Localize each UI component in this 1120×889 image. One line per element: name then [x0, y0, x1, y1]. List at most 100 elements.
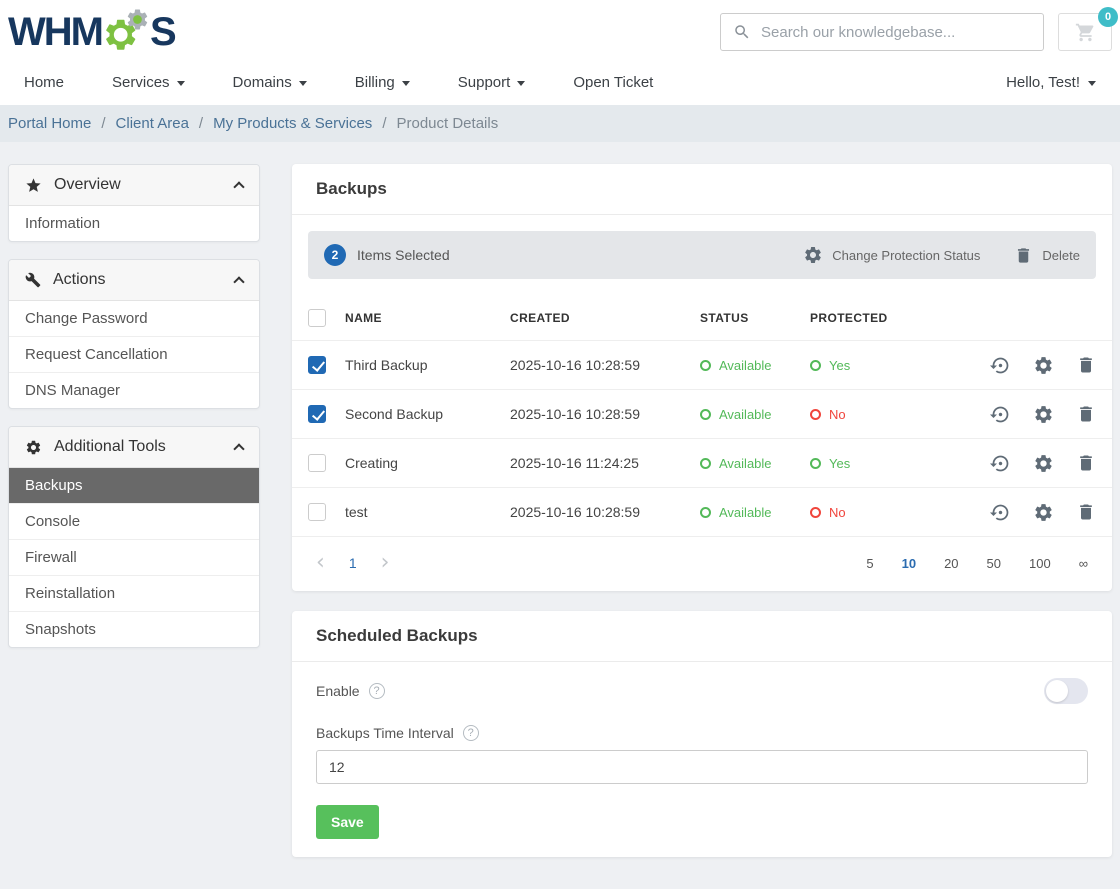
help-icon[interactable]: ? [369, 683, 385, 699]
sidebar-item-information[interactable]: Information [9, 206, 259, 241]
protected-cell: Yes [810, 456, 990, 471]
backup-name: Second Backup [345, 406, 510, 422]
page-size[interactable]: 5 [866, 556, 873, 571]
sidebar-panel-overview-header[interactable]: Overview [9, 165, 259, 206]
column-header-name: NAME [345, 311, 510, 325]
restore-icon[interactable] [990, 453, 1011, 474]
protected-text: No [829, 407, 846, 422]
top-header: WHM S 0 [0, 0, 1120, 60]
row-checkbox[interactable] [308, 454, 326, 472]
trash-icon[interactable] [1076, 453, 1096, 473]
sidebar-item-request-cancellation[interactable]: Request Cancellation [9, 337, 259, 373]
protected-ring-icon [810, 458, 821, 469]
sidebar: Overview Information Actions Change Pass… [8, 164, 260, 665]
page-size[interactable]: 20 [944, 556, 958, 571]
chevron-down-icon [517, 81, 525, 86]
select-all-checkbox[interactable] [308, 309, 326, 327]
table-row: Creating 2025-10-16 11:24:25 Available Y… [292, 439, 1112, 488]
settings-icon[interactable] [1033, 355, 1054, 376]
page-size[interactable]: 50 [987, 556, 1001, 571]
sidebar-item-change-password[interactable]: Change Password [9, 301, 259, 337]
settings-icon[interactable] [1033, 404, 1054, 425]
status-text: Available [719, 358, 772, 373]
backups-panel: Backups 2 Items Selected Change Protecti… [292, 164, 1112, 591]
help-icon[interactable]: ? [463, 725, 479, 741]
breadcrumb-products-services[interactable]: My Products & Services [213, 115, 372, 132]
trash-icon[interactable] [1076, 355, 1096, 375]
protected-cell: No [810, 407, 990, 422]
row-checkbox[interactable] [308, 503, 326, 521]
toggle-knob [1046, 680, 1068, 702]
sidebar-item-console[interactable]: Console [9, 504, 259, 540]
nav-item-billing[interactable]: Billing [355, 74, 410, 91]
whmcs-logo[interactable]: WHM S [8, 9, 175, 55]
row-checkbox[interactable] [308, 405, 326, 423]
wrench-icon [25, 272, 41, 288]
delete-selected-button[interactable]: Delete [1014, 246, 1080, 265]
settings-icon[interactable] [1033, 502, 1054, 523]
page-size-infinity[interactable]: ∞ [1079, 556, 1088, 571]
save-button[interactable]: Save [316, 805, 379, 839]
page-number[interactable]: 1 [349, 555, 357, 571]
prev-page-button[interactable]: ‹ [316, 552, 325, 574]
enable-label: Enable [316, 683, 360, 699]
scheduled-backups-panel: Scheduled Backups Enable ? Backups Time … [292, 611, 1112, 857]
nav-item-support[interactable]: Support [458, 74, 526, 91]
sidebar-item-firewall[interactable]: Firewall [9, 540, 259, 576]
protected-ring-icon [810, 409, 821, 420]
backup-created: 2025-10-16 10:28:59 [510, 357, 700, 373]
restore-icon[interactable] [990, 355, 1011, 376]
protected-text: Yes [829, 456, 850, 471]
change-protection-status-button[interactable]: Change Protection Status [803, 245, 980, 265]
table-row: Third Backup 2025-10-16 10:28:59 Availab… [292, 341, 1112, 390]
breadcrumb: Portal Home / Client Area / My Products … [0, 105, 1120, 142]
gear-icon [803, 245, 823, 265]
restore-icon[interactable] [990, 404, 1011, 425]
gear-icon [25, 439, 42, 456]
panel-title: Overview [54, 176, 121, 194]
cart-button[interactable]: 0 [1058, 13, 1112, 51]
logo-text-whm: WHM [8, 12, 102, 52]
next-page-button[interactable]: › [381, 552, 390, 574]
sidebar-item-backups[interactable]: Backups [9, 468, 259, 504]
row-checkbox[interactable] [308, 356, 326, 374]
nav-item-open-ticket[interactable]: Open Ticket [573, 74, 653, 91]
restore-icon[interactable] [990, 502, 1011, 523]
chevron-up-icon [233, 276, 244, 287]
status-cell: Available [700, 358, 810, 373]
column-header-protected: PROTECTED [810, 311, 1096, 325]
sidebar-item-dns-manager[interactable]: DNS Manager [9, 373, 259, 408]
cart-icon [1075, 22, 1096, 43]
search-input[interactable] [761, 24, 1031, 41]
cart-count-badge: 0 [1098, 7, 1118, 27]
status-ring-icon [700, 507, 711, 518]
panel-title: Actions [53, 271, 105, 289]
sidebar-panel-overview: Overview Information [8, 164, 260, 242]
trash-icon[interactable] [1076, 404, 1096, 424]
status-cell: Available [700, 505, 810, 520]
enable-toggle[interactable] [1044, 678, 1088, 704]
protected-ring-icon [810, 507, 821, 518]
user-menu[interactable]: Hello, Test! [1006, 74, 1096, 91]
action-label: Change Protection Status [832, 248, 980, 263]
backup-name: test [345, 504, 510, 520]
sidebar-item-snapshots[interactable]: Snapshots [9, 612, 259, 647]
sidebar-panel-additional-tools-header[interactable]: Additional Tools [9, 427, 259, 468]
table-row: test 2025-10-16 10:28:59 Available No [292, 488, 1112, 537]
nav-item-services[interactable]: Services [112, 74, 185, 91]
sidebar-item-reinstallation[interactable]: Reinstallation [9, 576, 259, 612]
table-header: NAME CREATED STATUS PROTECTED [292, 295, 1112, 341]
breadcrumb-client-area[interactable]: Client Area [116, 115, 189, 132]
sidebar-panel-actions-header[interactable]: Actions [9, 260, 259, 301]
page-size[interactable]: 10 [902, 556, 916, 571]
interval-input[interactable] [316, 750, 1088, 784]
page-size[interactable]: 100 [1029, 556, 1051, 571]
nav-item-domains[interactable]: Domains [233, 74, 307, 91]
sidebar-panel-additional-tools: Additional Tools Backups Console Firewal… [8, 426, 260, 648]
nav-item-home[interactable]: Home [24, 74, 64, 91]
trash-icon[interactable] [1076, 502, 1096, 522]
settings-icon[interactable] [1033, 453, 1054, 474]
column-header-status: STATUS [700, 311, 810, 325]
breadcrumb-portal-home[interactable]: Portal Home [8, 115, 91, 132]
backup-created: 2025-10-16 11:24:25 [510, 455, 700, 471]
